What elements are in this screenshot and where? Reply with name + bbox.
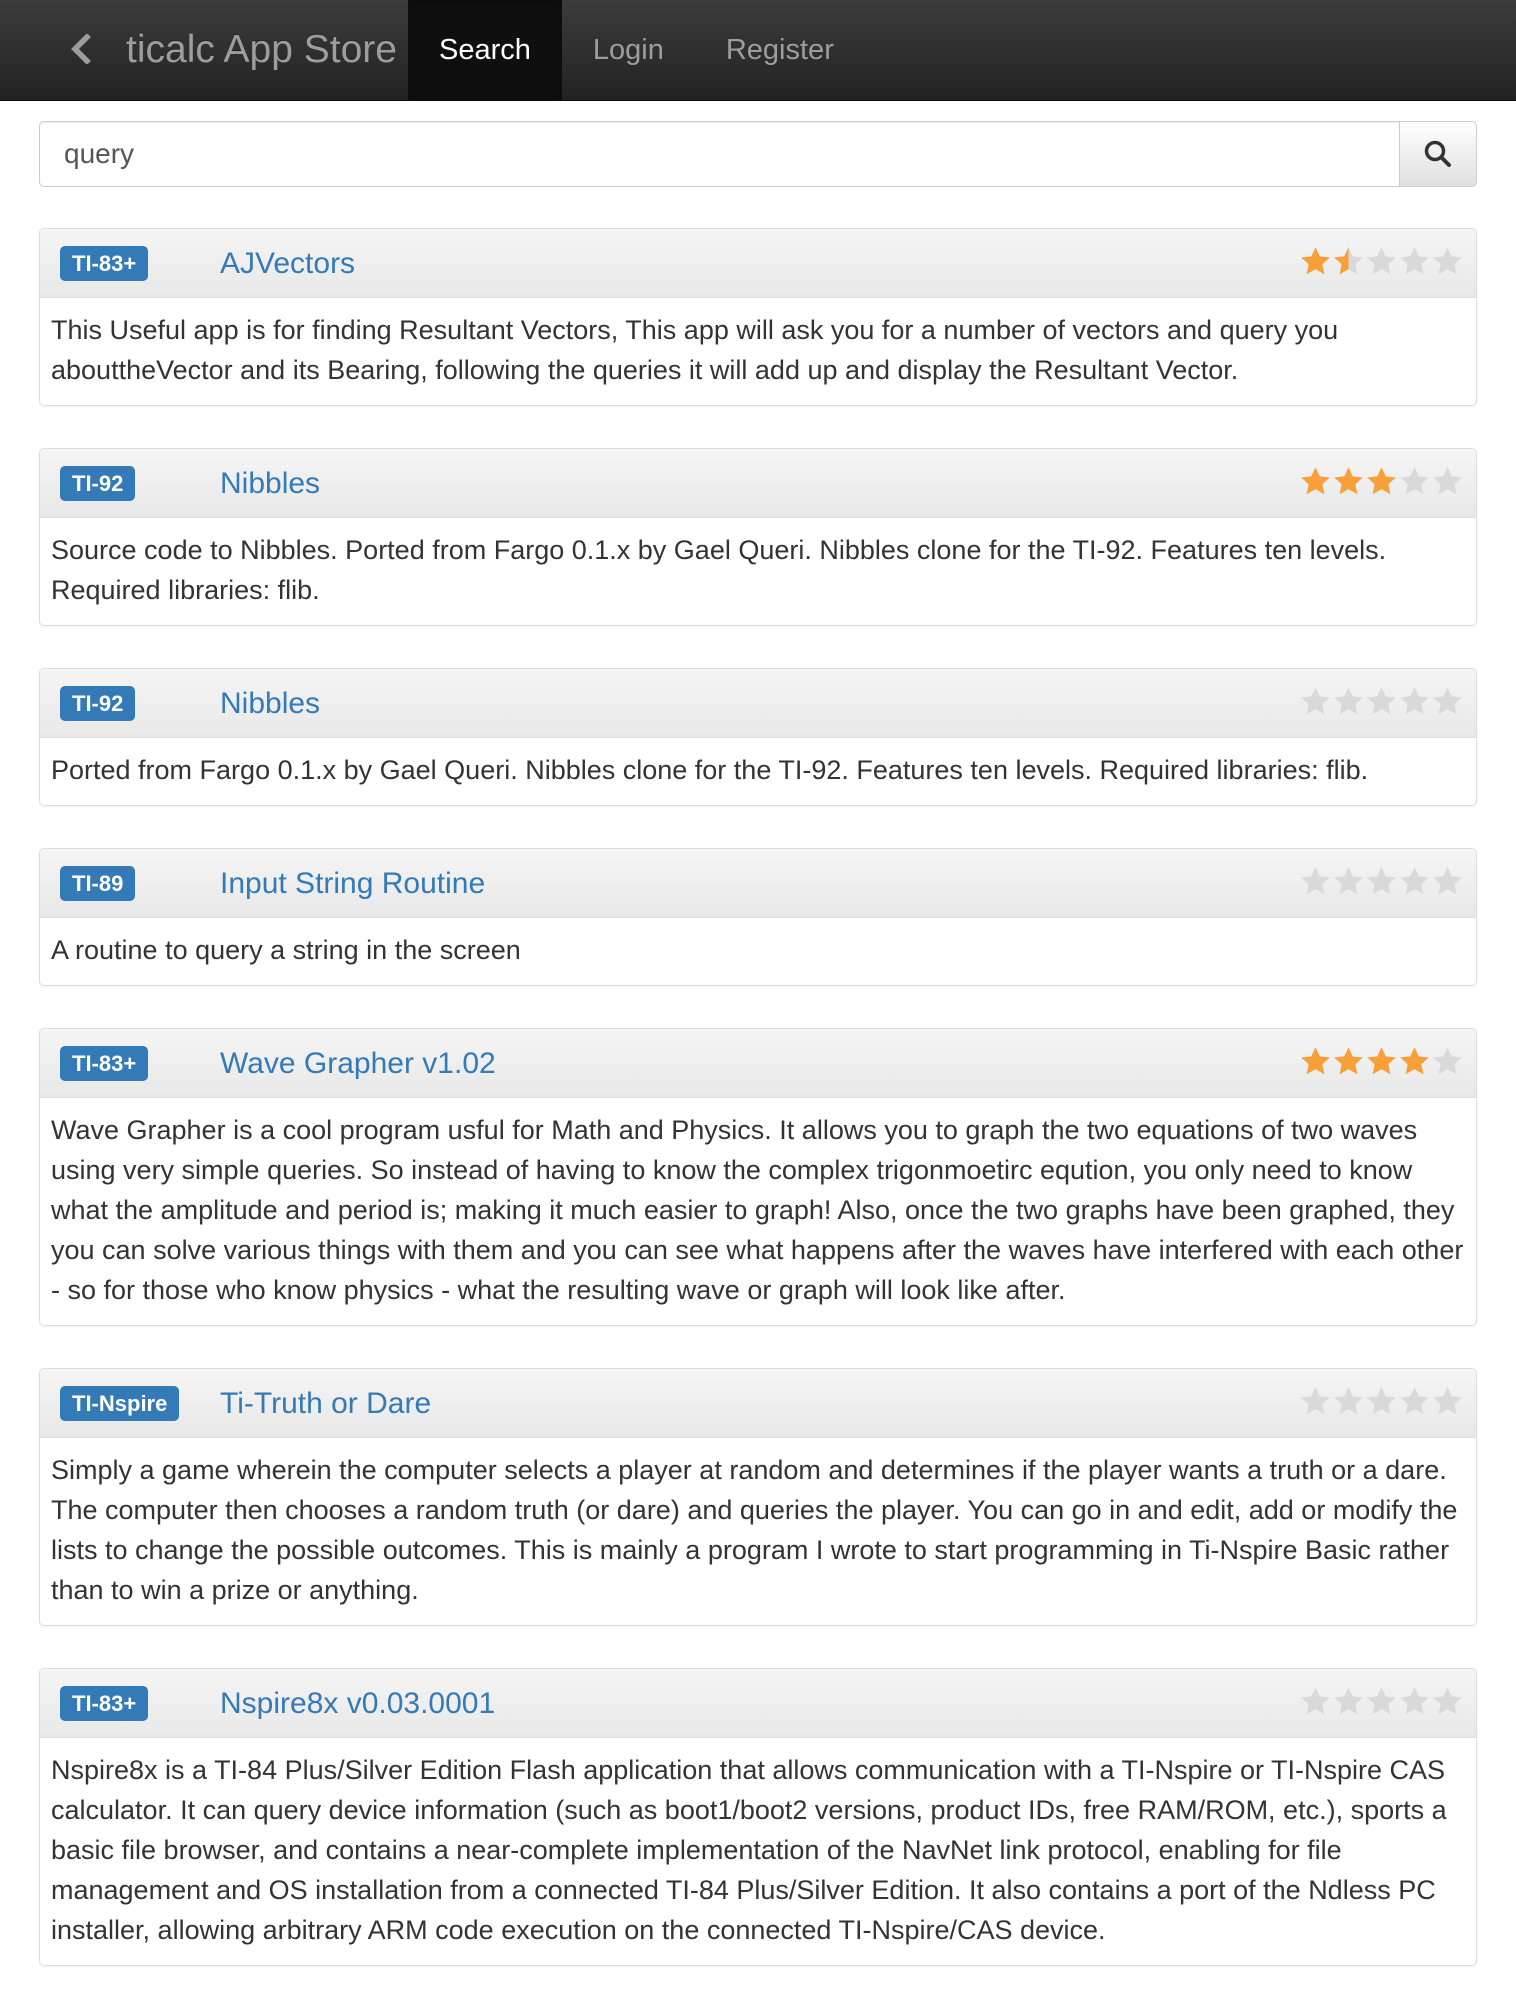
star-icon (1433, 1047, 1462, 1075)
chevron-left-icon (71, 34, 91, 64)
search-input[interactable] (39, 121, 1399, 187)
app-title-link[interactable]: Nspire8x v0.03.0001 (220, 1669, 495, 1738)
star-icon (1367, 1047, 1396, 1075)
star-icon (1433, 867, 1462, 895)
nav-item-search[interactable]: Search (408, 0, 562, 100)
star-icon (1400, 247, 1429, 275)
app-title-link[interactable]: Nibbles (220, 669, 320, 738)
result-description: Simply a game wherein the computer selec… (51, 1455, 1458, 1605)
star-icon (1367, 1687, 1396, 1715)
back-button[interactable] (64, 28, 98, 70)
platform-badge: TI-83+ (60, 1686, 149, 1721)
star-icon (1367, 247, 1396, 275)
star-rating (1299, 1385, 1464, 1421)
result-item: TI-92 Nibbles Source code to Nibbles. Port… (39, 448, 1477, 626)
result-item: TI-89 Input String Routine A routine to qu… (39, 848, 1477, 986)
nav-menu: Search Login Register (408, 0, 865, 100)
star-icon (1367, 467, 1396, 495)
app-title-link[interactable]: Nibbles (220, 449, 320, 518)
platform-badge: TI-92 (60, 466, 136, 501)
result-header: TI-89 Input String Routine (40, 849, 1476, 918)
star-rating (1299, 865, 1464, 901)
result-description: Ported from Fargo 0.1.x by Gael Queri. N… (51, 755, 1369, 785)
result-header: TI-92 Nibbles (40, 669, 1476, 738)
star-rating (1299, 685, 1464, 721)
result-item: TI-83+ AJVectors This Useful app is for fi… (39, 228, 1477, 406)
result-description: Nspire8x is a TI-84 Plus/Silver Edition … (51, 1755, 1447, 1945)
star-rating (1299, 245, 1464, 281)
platform-badge: TI-92 (60, 686, 136, 721)
app-title-link[interactable]: Wave Grapher v1.02 (220, 1029, 496, 1098)
result-description: Wave Grapher is a cool program usful for… (51, 1115, 1464, 1305)
star-icon (1334, 1687, 1363, 1715)
result-header: TI-83+ Wave Grapher v1.02 (40, 1029, 1476, 1098)
brand-title[interactable]: ticalc App Store (126, 0, 397, 100)
star-icon (1433, 247, 1462, 275)
result-header: TI-92 Nibbles (40, 449, 1476, 518)
navbar: ticalc App Store Search Login Register (0, 0, 1516, 101)
search-bar (39, 121, 1477, 187)
results-list: TI-83+ AJVectors This Useful app is for fi… (39, 228, 1477, 2008)
star-icon (1301, 1047, 1330, 1075)
star-icon (1400, 1047, 1429, 1075)
app-title-link[interactable]: Input String Routine (220, 849, 485, 918)
star-icon (1334, 1047, 1363, 1075)
star-icon (1400, 1387, 1429, 1415)
star-icon (1433, 1387, 1462, 1415)
star-icon (1334, 687, 1363, 715)
nav-item-register[interactable]: Register (695, 0, 865, 100)
star-icon (1433, 687, 1462, 715)
star-rating (1299, 465, 1464, 501)
app-title-link[interactable]: AJVectors (220, 229, 355, 298)
star-icon (1367, 687, 1396, 715)
result-item: TI-Nspire Ti-Truth or Dare Simply a game w… (39, 1368, 1477, 1626)
result-description: A routine to query a string in the scree… (51, 935, 521, 965)
app-title-link[interactable]: Ti-Truth or Dare (220, 1369, 431, 1438)
star-icon (1301, 1387, 1330, 1415)
result-header: TI-Nspire Ti-Truth or Dare (40, 1369, 1476, 1438)
star-rating (1299, 1685, 1464, 1721)
star-icon (1334, 1387, 1363, 1415)
result-header: TI-83+ Nspire8x v0.03.0001 (40, 1669, 1476, 1738)
search-button[interactable] (1399, 121, 1477, 187)
star-icon (1301, 867, 1330, 895)
star-icon (1301, 247, 1330, 275)
star-icon (1433, 467, 1462, 495)
result-item: TI-92 Nibbles Ported from Fargo 0.1.x by G… (39, 668, 1477, 806)
star-icon (1400, 467, 1429, 495)
star-icon (1433, 1687, 1462, 1715)
nav-item-login[interactable]: Login (562, 0, 695, 100)
platform-badge: TI-Nspire (60, 1386, 180, 1421)
star-icon (1334, 467, 1363, 495)
star-icon (1301, 467, 1330, 495)
platform-badge: TI-89 (60, 866, 136, 901)
result-description: Source code to Nibbles. Ported from Farg… (51, 535, 1387, 605)
star-icon (1334, 867, 1363, 895)
star-icon (1301, 1687, 1330, 1715)
star-icon (1367, 867, 1396, 895)
result-item: TI-83+ Wave Grapher v1.02 Wave Grapher is … (39, 1028, 1477, 1326)
star-icon (1334, 247, 1363, 275)
platform-badge: TI-83+ (60, 1046, 149, 1081)
star-icon (1400, 867, 1429, 895)
result-item: TI-83+ Nspire8x v0.03.0001 Nspire8x is a T… (39, 1668, 1477, 1966)
star-icon (1367, 1387, 1396, 1415)
result-header: TI-83+ AJVectors (40, 229, 1476, 298)
star-rating (1299, 1045, 1464, 1081)
search-icon (1424, 140, 1451, 167)
star-icon (1301, 687, 1330, 715)
platform-badge: TI-83+ (60, 246, 149, 281)
star-icon (1400, 687, 1429, 715)
star-icon (1400, 1687, 1429, 1715)
result-description: This Useful app is for finding Resultant… (51, 315, 1339, 385)
